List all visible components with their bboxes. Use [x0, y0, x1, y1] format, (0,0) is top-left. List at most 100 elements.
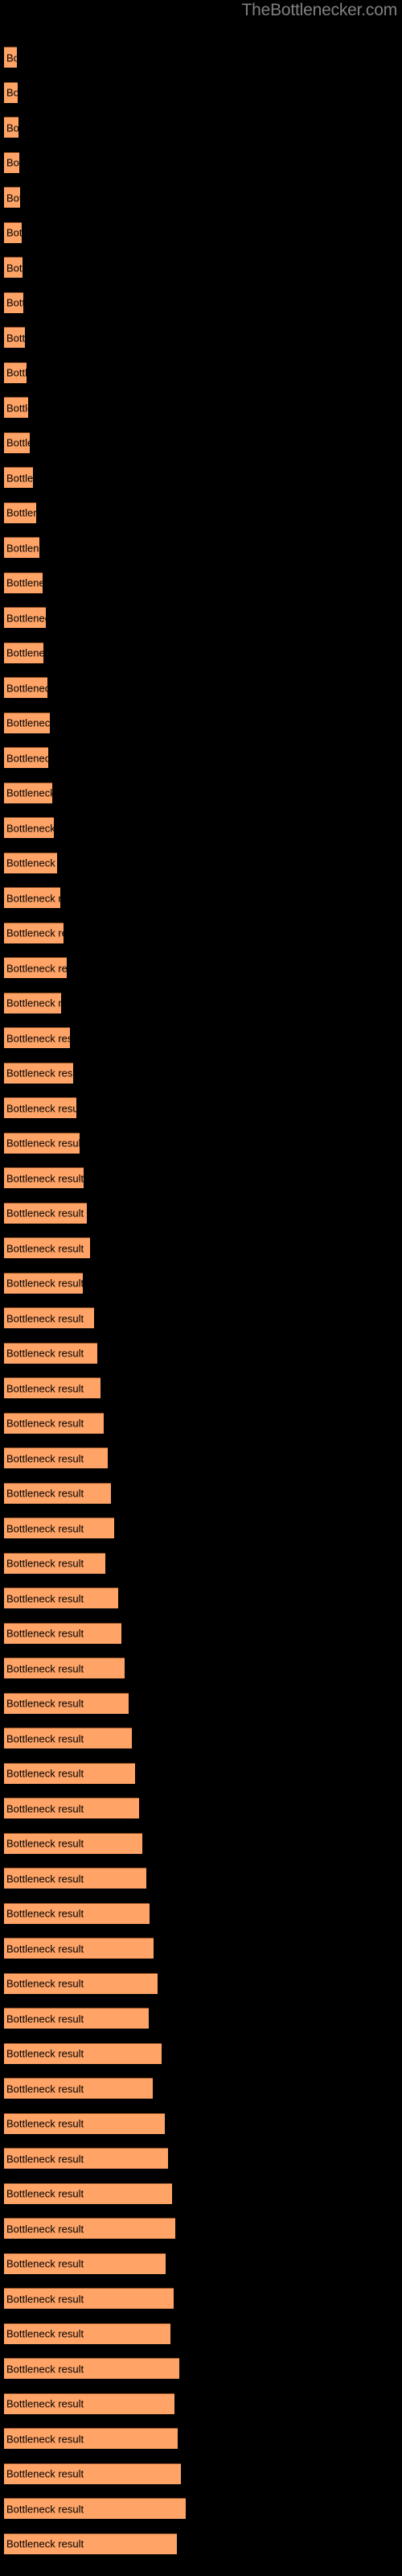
- bar-label: Bottleneck result: [6, 2293, 84, 2305]
- bar-row: Bottleneck result: [0, 642, 402, 663]
- bar: Bottleneck result: [4, 187, 20, 208]
- bar: Bottleneck result: [4, 1412, 104, 1434]
- bar-row: Bottleneck result: [0, 2288, 402, 2309]
- bar-label: Bottleneck result: [6, 156, 19, 169]
- bar-row: Bottleneck result: [0, 1307, 402, 1328]
- bar-label: Bottleneck result: [6, 192, 20, 204]
- bar: Bottleneck result: [4, 1342, 97, 1364]
- bar: Bottleneck result: [4, 467, 33, 488]
- bar-label: Bottleneck result: [6, 1557, 84, 1570]
- bar-row: Bottleneck result: [0, 1447, 402, 1468]
- bar-row: Bottleneck result: [0, 537, 402, 558]
- bar-label: Bottleneck result: [6, 2223, 84, 2235]
- bar-row: Bottleneck result: [0, 2322, 402, 2344]
- bar-label: Bottleneck result: [6, 2433, 84, 2445]
- bar: Bottleneck result: [4, 1868, 146, 1889]
- bar: Bottleneck result: [4, 257, 23, 278]
- bar-label: Bottleneck result: [6, 1137, 80, 1150]
- bar-row: Bottleneck result: [0, 572, 402, 593]
- bar-label: Bottleneck result: [6, 822, 54, 834]
- bar-label: Bottleneck result: [6, 786, 52, 799]
- bar: Bottleneck result: [4, 642, 43, 663]
- bar-label: Bottleneck result: [6, 122, 18, 134]
- bar: Bottleneck result: [4, 957, 67, 978]
- bar: Bottleneck result: [4, 607, 46, 628]
- bar: Bottleneck result: [4, 2112, 165, 2134]
- bar-label: Bottleneck result: [6, 682, 47, 694]
- bar: Bottleneck result: [4, 2462, 181, 2484]
- bar-label: Bottleneck result: [6, 2363, 84, 2375]
- bar-row: Bottleneck result: [0, 1027, 402, 1048]
- bar-row: Bottleneck result: [0, 2428, 402, 2449]
- bar-row: Bottleneck result: [0, 1798, 402, 1818]
- bar: Bottleneck result: [4, 1622, 121, 1644]
- bar-row: Bottleneck result: [0, 2112, 402, 2134]
- bar: Bottleneck result: [4, 1482, 111, 1504]
- bar-label: Bottleneck result: [6, 1172, 84, 1184]
- bar-row: Bottleneck result: [0, 151, 402, 173]
- bar: Bottleneck result: [4, 817, 54, 838]
- bar-label: Bottleneck result: [6, 1522, 84, 1534]
- bar-row: Bottleneck result: [0, 1622, 402, 1644]
- bar: Bottleneck result: [4, 2078, 153, 2099]
- bar: Bottleneck result: [4, 2008, 149, 2029]
- bar-label: Bottleneck result: [6, 1277, 83, 1290]
- bar: Bottleneck result: [4, 922, 64, 943]
- bar-row: Bottleneck result: [0, 2392, 402, 2414]
- bar-row: Bottleneck result: [0, 1552, 402, 1574]
- bar-label: Bottleneck result: [6, 1487, 84, 1500]
- bar-label: Bottleneck result: [6, 2187, 84, 2200]
- bar: Bottleneck result: [4, 2148, 168, 2169]
- bar: Bottleneck result: [4, 1552, 105, 1574]
- bar-row: Bottleneck result: [0, 2498, 402, 2519]
- bar-row: Bottleneck result: [0, 2042, 402, 2064]
- bar-label: Bottleneck result: [6, 2153, 84, 2165]
- bar-row: Bottleneck result: [0, 2218, 402, 2239]
- bar-row: Bottleneck result: [0, 1692, 402, 1714]
- bar: Bottleneck result: [4, 677, 47, 698]
- bar-label: Bottleneck result: [6, 997, 61, 1009]
- bar-row: Bottleneck result: [0, 221, 402, 243]
- bar-row: Bottleneck result: [0, 1728, 402, 1748]
- bar-row: Bottleneck result: [0, 2008, 402, 2029]
- bar-label: Bottleneck result: [6, 2013, 84, 2025]
- bar-row: Bottleneck result: [0, 1972, 402, 1994]
- bar-row: Bottleneck result: [0, 1272, 402, 1294]
- bar-row: Bottleneck result: [0, 2148, 402, 2169]
- bar-row: Bottleneck result: [0, 1868, 402, 1889]
- bar-row: Bottleneck result: [0, 467, 402, 488]
- bar: Bottleneck result: [4, 1447, 108, 1468]
- bar: Bottleneck result: [4, 2428, 178, 2449]
- bar: Bottleneck result: [4, 2533, 177, 2554]
- bar: Bottleneck result: [4, 1587, 118, 1608]
- bar: Bottleneck result: [4, 782, 52, 803]
- bar: Bottleneck result: [4, 1902, 150, 1924]
- bar-row: Bottleneck result: [0, 1657, 402, 1678]
- bar: Bottleneck result: [4, 2498, 186, 2519]
- bar: Bottleneck result: [4, 221, 22, 243]
- bar-label: Bottleneck result: [6, 1837, 84, 1850]
- bar-row: Bottleneck result: [0, 2533, 402, 2554]
- bar-row: Bottleneck result: [0, 922, 402, 943]
- bar: Bottleneck result: [4, 327, 25, 348]
- bar-label: Bottleneck result: [6, 716, 50, 729]
- bar-row: Bottleneck result: [0, 852, 402, 873]
- bar: Bottleneck result: [4, 1272, 83, 1294]
- bar-row: Bottleneck result: [0, 1587, 402, 1608]
- bar-row: Bottleneck result: [0, 1132, 402, 1154]
- bar-row: Bottleneck result: [0, 2252, 402, 2274]
- bar: Bottleneck result: [4, 361, 27, 383]
- bar-row: Bottleneck result: [0, 2182, 402, 2204]
- bar-label: Bottleneck result: [6, 962, 67, 974]
- bar-label: Bottleneck result: [6, 1627, 84, 1640]
- bar: Bottleneck result: [4, 1202, 87, 1224]
- bar-label: Bottleneck result: [6, 1067, 73, 1080]
- bar-label: Bottleneck result: [6, 2503, 84, 2515]
- bar-label: Bottleneck result: [6, 2083, 84, 2095]
- bar-label: Bottleneck result: [6, 1242, 84, 1254]
- bar-row: Bottleneck result: [0, 2462, 402, 2484]
- bar-label: Bottleneck result: [6, 892, 60, 904]
- bar: Bottleneck result: [4, 1517, 114, 1538]
- bar-label: Bottleneck result: [6, 2047, 84, 2060]
- bottleneck-bar-chart: Bottleneck result Bottleneck result Bottle…: [0, 0, 402, 2576]
